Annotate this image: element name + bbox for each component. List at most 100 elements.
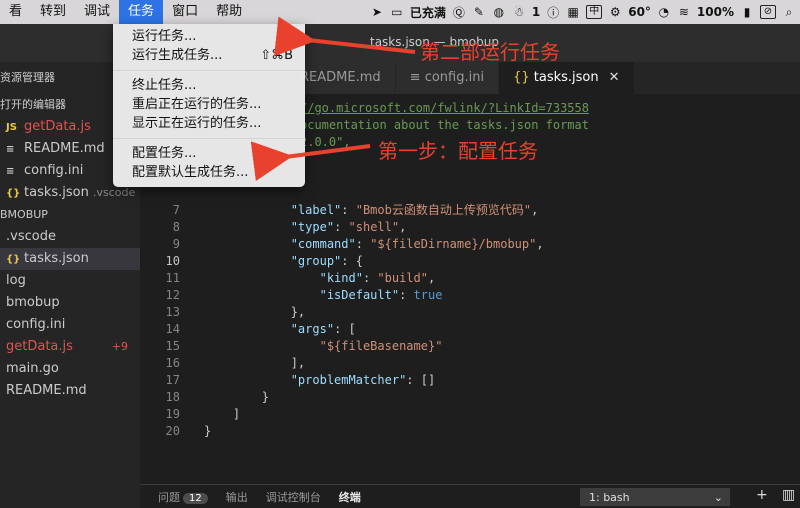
code-line[interactable]: 14 "args": [ — [140, 321, 800, 338]
code-line[interactable]: 16 ], — [140, 355, 800, 372]
git-changes-badge: +9 — [111, 340, 128, 353]
json-value: "${fileBasename}" — [319, 339, 443, 353]
code-text: "isDefault": true — [204, 287, 443, 304]
menu-item-configure-default-build[interactable]: 配置默认生成任务... — [113, 163, 305, 182]
indent-guide — [204, 407, 233, 421]
code-line[interactable]: 18 } — [140, 389, 800, 406]
json-colon: : — [355, 237, 371, 251]
code-text: ], — [204, 355, 305, 372]
tab-config[interactable]: ≡ config.ini — [395, 62, 500, 94]
screenshot-icon[interactable]: ⊘ — [760, 5, 776, 19]
menu-item-run-task[interactable]: 运行任务... — [113, 27, 305, 46]
tree-item-readme[interactable]: README.md — [0, 380, 140, 402]
json-file-icon: {} — [6, 188, 21, 199]
json-punct: : { — [341, 254, 363, 268]
tree-item-tasks-json[interactable]: {} tasks.json — [0, 248, 140, 270]
split-terminal-button[interactable]: ▥ — [782, 487, 795, 503]
json-punct: } — [204, 424, 212, 438]
indent-guide — [204, 305, 291, 319]
indent-guide — [204, 390, 262, 404]
code-line[interactable]: 8 "type": "shell", — [140, 219, 800, 236]
menu-item-terminate-task[interactable]: 终止任务... — [113, 76, 305, 95]
temperature[interactable]: 60° — [628, 5, 651, 19]
code-line[interactable]: 7 "label": "Bmob云函数自动上传预览代码", — [140, 202, 800, 219]
tree-item-log[interactable]: log — [0, 270, 140, 292]
evernote-icon[interactable]: ✎ — [472, 5, 486, 19]
open-editor-label: config.ini — [24, 163, 84, 178]
ime-indicator[interactable]: 中 — [586, 5, 603, 19]
code-text: } — [204, 423, 211, 440]
markdown-file-icon: ≡ — [6, 144, 15, 155]
tree-item-label: config.ini — [6, 317, 66, 332]
code-line[interactable]: 13 }, — [140, 304, 800, 321]
code-comment: ocumentation about the tasks.json format — [300, 118, 589, 132]
tree-item-label: bmobup — [6, 295, 60, 310]
tab-label: config.ini — [424, 70, 485, 85]
json-punct: } — [261, 390, 270, 404]
grid-icon[interactable]: ▦ — [566, 5, 580, 19]
menu-tasks[interactable]: 任务 — [119, 0, 164, 24]
tree-item-bmobup[interactable]: bmobup — [0, 292, 140, 314]
close-icon[interactable]: ✕ — [609, 70, 620, 85]
panel-tab-terminal[interactable]: 终端 — [339, 489, 361, 505]
add-terminal-button[interactable]: + — [756, 487, 768, 503]
menu-item-restart-task[interactable]: 重启正在运行的任务... — [113, 95, 305, 114]
code-line[interactable]: 15 "${fileBasename}" — [140, 338, 800, 355]
battery-full-icon[interactable]: ▮ — [740, 5, 754, 19]
search-icon[interactable]: ⌕ — [782, 5, 796, 20]
menu-item-label: 运行生成任务... — [132, 48, 223, 63]
menu-window[interactable]: 窗口 — [163, 0, 207, 24]
menu-goto[interactable]: 转到 — [31, 0, 75, 24]
code-text: ocumentation about the tasks.json format — [300, 117, 589, 134]
wifi-icon[interactable]: ≋ — [677, 5, 691, 19]
terminal-select[interactable]: 1: bash ⌄ — [580, 488, 730, 506]
indent-guide — [204, 373, 291, 387]
code-text: "group": { — [204, 253, 363, 270]
code-line[interactable]: 17 "problemMatcher": [] — [140, 372, 800, 389]
panel-tab-debug-console[interactable]: 调试控制台 — [266, 489, 321, 505]
location-arrow-icon[interactable]: ➤ — [370, 5, 384, 19]
code-line[interactable]: 20} — [140, 423, 800, 440]
info-icon[interactable]: ⓘ — [546, 4, 560, 21]
code-line[interactable]: 9 "command": "${fileDirname}/bmobup", — [140, 236, 800, 253]
clock-icon[interactable]: ◔ — [657, 5, 671, 19]
qq-icon[interactable]: ☃ — [512, 5, 526, 19]
panel-tab-problems[interactable]: 问题 12 — [158, 489, 208, 505]
menu-separator — [113, 70, 305, 71]
panel-tab-label: 问题 — [158, 490, 180, 504]
folder-header[interactable]: BMOBUP — [0, 204, 140, 226]
code-comment[interactable]: //go.microsoft.com/fwlink/?LinkId=733558 — [300, 101, 589, 115]
tree-item-getdata[interactable]: getData.js +9 — [0, 336, 140, 358]
code-text: "type": "shell", — [204, 219, 407, 236]
annotation-step2: 第二部运行任务 — [420, 40, 560, 64]
menu-item-configure-tasks[interactable]: 配置任务... — [113, 144, 305, 163]
wechat-icon[interactable]: ◍ — [492, 5, 506, 19]
json-key: "command" — [290, 237, 356, 251]
menu-help[interactable]: 帮助 — [207, 0, 251, 24]
indent-guide — [204, 322, 291, 336]
code-text: "kind": "build", — [204, 270, 436, 287]
line-number: 18 — [165, 390, 180, 404]
charge-status[interactable]: 已充满 — [410, 4, 446, 21]
json-comma: , — [536, 237, 544, 251]
menu-item-run-build-task[interactable]: 运行生成任务... ⇧⌘B — [113, 46, 305, 65]
code-line[interactable]: 19 ] — [140, 406, 800, 423]
tree-item-config[interactable]: config.ini — [0, 314, 140, 336]
battery-percent[interactable]: 100% — [697, 5, 734, 19]
menu-item-label: 配置默认生成任务... — [132, 165, 249, 180]
code-line[interactable]: 11 "kind": "build", — [140, 270, 800, 287]
line-number: 11 — [165, 271, 180, 285]
tree-item-main-go[interactable]: main.go — [0, 358, 140, 380]
tree-item-vscode[interactable]: .vscode — [0, 226, 140, 248]
tab-tasks-json[interactable]: {} tasks.json ✕ — [499, 62, 635, 94]
code-line[interactable]: 12 "isDefault": true — [140, 287, 800, 304]
menu-item-show-running-tasks[interactable]: 显示正在运行的任务... — [113, 114, 305, 133]
menu-debug[interactable]: 调试 — [75, 0, 119, 24]
panel-tab-output[interactable]: 输出 — [226, 489, 248, 505]
code-line[interactable]: 10 "group": { — [140, 253, 800, 270]
json-colon: : — [341, 203, 356, 217]
menu-view[interactable]: 看 — [0, 0, 31, 24]
code-line[interactable] — [140, 185, 800, 202]
battery-icon[interactable]: ▭ — [390, 5, 404, 19]
unknown-q-icon[interactable]: Ⓠ — [452, 4, 466, 21]
